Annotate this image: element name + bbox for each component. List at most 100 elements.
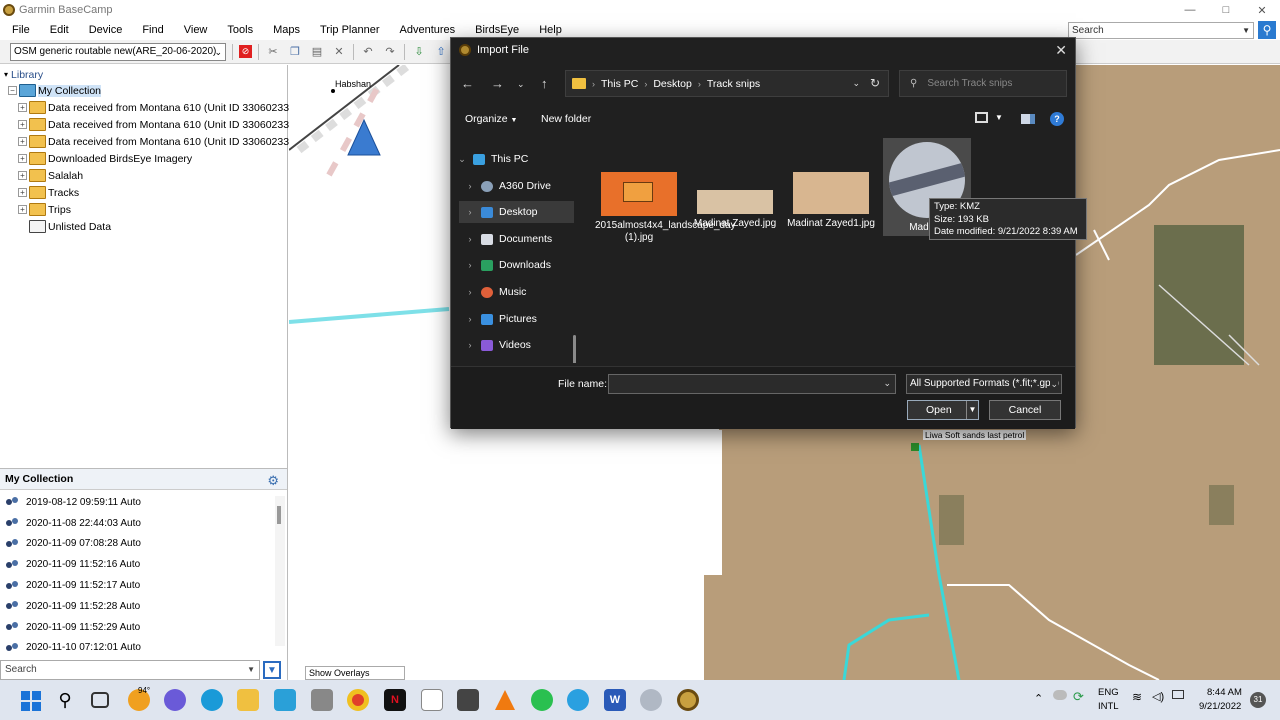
expand-icon[interactable]: + [18,188,27,197]
nav-item-pictures[interactable]: › Pictures [459,308,574,330]
clock-time[interactable]: 8:44 AM [1207,687,1242,698]
file-explorer-icon[interactable] [237,689,259,711]
snipping-tool-icon[interactable] [457,689,479,711]
wifi-icon[interactable]: ≋ [1132,690,1142,704]
delete-icon[interactable]: ✕ [331,44,347,60]
expand-icon[interactable]: + [18,137,27,146]
menu-edit[interactable]: Edit [38,24,77,36]
library-item[interactable]: + Data received from Montana 610 (Unit I… [18,116,310,133]
library-item[interactable]: Unlisted Data [29,218,111,235]
file-name-input[interactable]: ⌄ [608,374,896,394]
preview-pane-icon[interactable] [1021,114,1035,124]
chevron-right-icon[interactable]: › [459,207,481,217]
cancel-button[interactable]: Cancel [989,400,1061,420]
expand-icon[interactable]: + [18,120,27,129]
gear-icon[interactable]: ⚙ [267,473,279,489]
start-icon[interactable] [19,689,41,711]
file-type-select[interactable]: All Supported Formats (*.fit;*.gpx) ⌄ [906,374,1062,394]
chevron-down-icon[interactable]: ▼ [966,401,978,419]
collection-search-input[interactable]: Search ▼ [0,660,260,680]
menu-find[interactable]: Find [130,24,171,36]
chevron-down-icon[interactable]: ▼ [1242,23,1250,38]
menu-maps[interactable]: Maps [261,24,308,36]
view-options-icon[interactable] [975,112,988,123]
library-item[interactable]: + Trips [18,201,71,218]
help-icon[interactable]: ? [1050,112,1064,126]
edge-icon[interactable] [201,689,223,711]
organize-button[interactable]: Organize ▼ [465,113,517,125]
whatsapp-icon[interactable] [531,689,553,711]
file-item[interactable]: 2015almost4x4_landscape_day (1).jpg [595,172,736,244]
language-code[interactable]: ENG [1098,687,1119,698]
mail-icon[interactable] [311,689,333,711]
nav-item-music[interactable]: › Music [459,281,574,303]
list-item[interactable]: 2020-11-09 07:08:28 Auto [0,534,287,555]
menu-device[interactable]: Device [77,24,131,36]
chevron-right-icon[interactable]: › [459,340,481,350]
breadcrumb-desktop[interactable]: Desktop [653,78,692,90]
nav-item-a360-drive[interactable]: › A360 Drive [459,175,574,197]
chevron-right-icon[interactable]: › [459,260,481,270]
search-input[interactable]: Search ▼ [1068,22,1254,39]
menu-adventures[interactable]: Adventures [388,24,464,36]
expand-icon[interactable]: + [18,154,27,163]
list-item[interactable]: 2020-11-09 11:52:17 Auto [0,575,287,596]
up-arrow-icon[interactable]: ↑ [541,76,548,91]
breadcrumb-track-snips[interactable]: Track snips [707,78,760,90]
send-to-device-icon[interactable]: ⇧ [433,44,449,60]
collapse-icon[interactable]: ▾ [4,70,8,79]
chevron-down-icon[interactable]: ⌄ [883,378,891,389]
chevron-right-icon[interactable]: › [459,287,481,297]
language-layout[interactable]: INTL [1098,701,1119,712]
menu-tools[interactable]: Tools [215,24,261,36]
chevron-down-icon[interactable]: ⌄ [451,154,473,165]
chevron-right-icon[interactable]: › [459,234,481,244]
paste-icon[interactable]: ▤ [309,44,325,60]
telegram-icon[interactable] [567,689,589,711]
receive-from-device-icon[interactable]: ⇩ [411,44,427,60]
menu-help[interactable]: Help [527,24,570,36]
chevron-right-icon[interactable]: › [459,314,481,324]
scrollbar-thumb[interactable] [277,506,281,524]
minimize-button[interactable]: — [1172,0,1208,20]
recent-locations-chevron-icon[interactable]: ⌄ [517,79,525,90]
nav-item-downloads[interactable]: › Downloads [459,254,574,276]
file-item[interactable]: Madinat Zayed.jpg [691,172,779,230]
close-button[interactable]: ✕ [1244,0,1280,20]
battery-icon[interactable] [1172,690,1184,699]
maximize-button[interactable]: □ [1208,0,1244,20]
library-item[interactable]: + Tracks [18,184,79,201]
library-item[interactable]: + Data received from Montana 610 (Unit I… [18,133,310,150]
clock-date[interactable]: 9/21/2022 [1199,701,1241,712]
new-folder-button[interactable]: New folder [541,113,591,125]
undo-icon[interactable]: ↶ [360,44,376,60]
library-root[interactable]: ▾ Library [4,66,43,83]
breadcrumb-this-pc[interactable]: This PC [601,78,638,90]
sync-icon[interactable]: ⟳ [1073,689,1084,705]
library-item[interactable]: + Salalah [18,167,83,184]
nav-item-videos[interactable]: › Videos [459,334,574,356]
google-earth-icon[interactable] [640,689,662,711]
notification-badge[interactable]: 31 [1250,692,1266,708]
chat-icon[interactable] [164,689,186,711]
list-item[interactable]: 2020-11-09 11:52:29 Auto [0,617,287,638]
cut-icon[interactable]: ✂ [265,44,281,60]
scrollbar[interactable] [275,496,285,646]
chrome-icon[interactable] [347,689,369,711]
menu-trip-planner[interactable]: Trip Planner [308,24,388,36]
address-bar[interactable]: › This PC › Desktop › Track snips ⌄ ↻ [565,70,889,97]
menu-birdseye[interactable]: BirdsEye [463,24,527,36]
close-icon[interactable]: ✕ [1055,42,1067,59]
copy-icon[interactable]: ❐ [287,44,303,60]
menu-view[interactable]: View [172,24,216,36]
cloud-icon[interactable] [1053,690,1067,700]
word-icon[interactable]: W [604,689,626,711]
map-select[interactable]: OSM generic routable new(ARE_20-06-2020)… [10,42,226,61]
netflix-icon[interactable]: N [384,689,406,711]
redo-icon[interactable]: ↷ [382,44,398,60]
expand-icon[interactable]: + [18,205,27,214]
library-item-my-collection[interactable]: − My Collection [8,82,102,99]
refresh-icon[interactable]: ↻ [870,76,880,90]
expand-icon[interactable]: + [18,103,27,112]
menu-file[interactable]: File [0,24,38,36]
